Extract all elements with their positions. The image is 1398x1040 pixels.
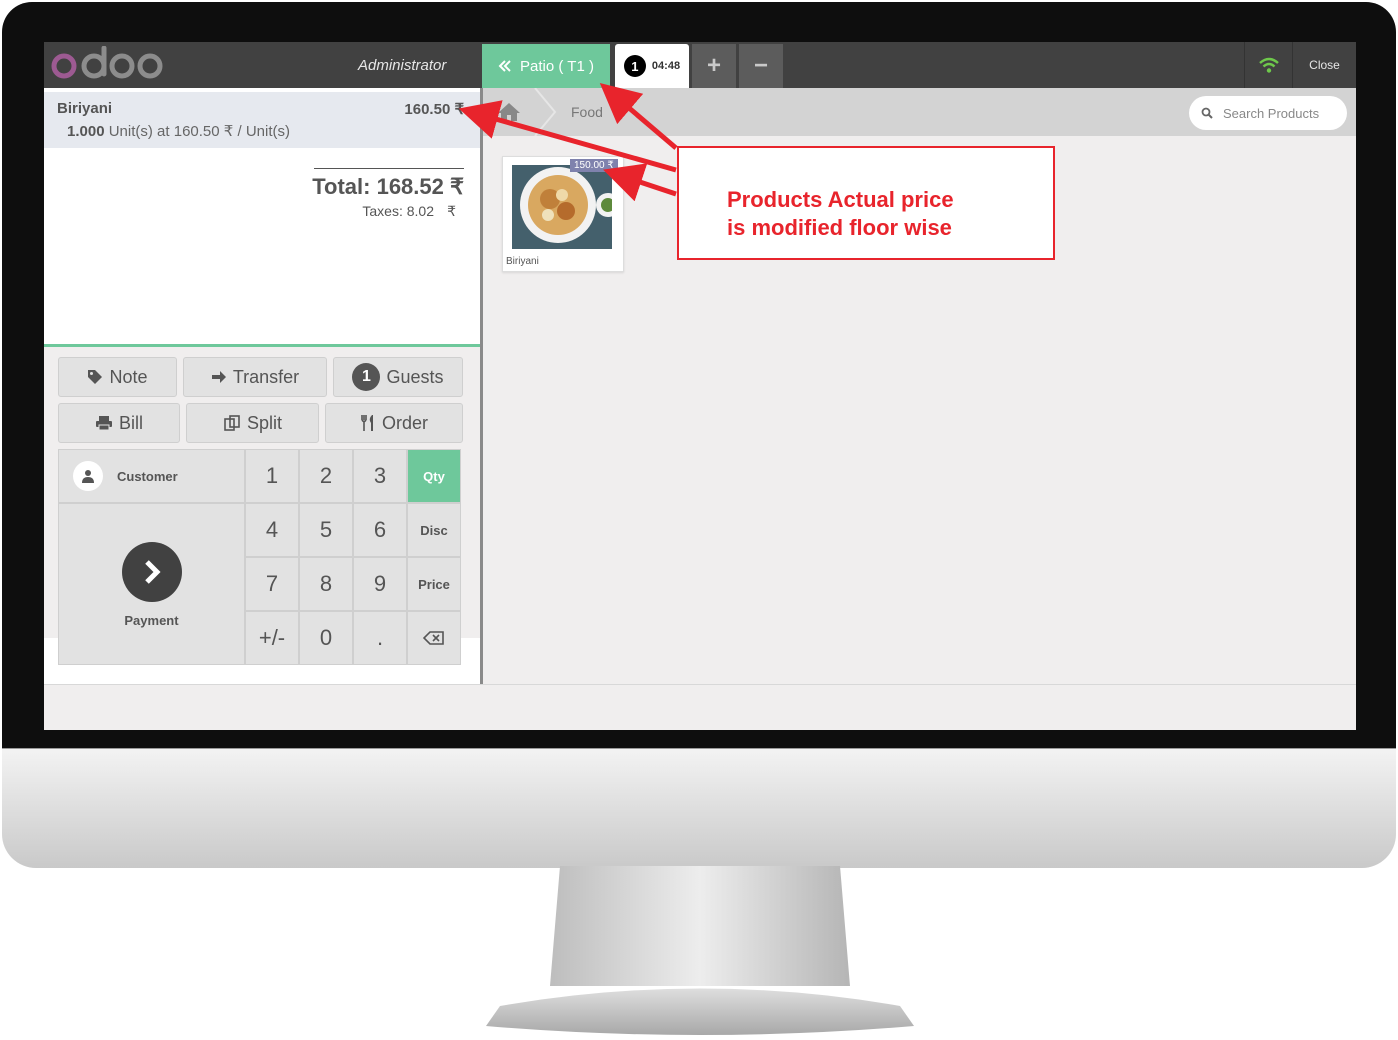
total-divider [314,168,464,169]
annotation-text: Products Actual price is modified floor … [727,186,954,242]
order-taxes-currency: ₹ [447,203,456,219]
orderline-price: 160.50 ₹ [404,101,464,118]
numpad-key-dot[interactable]: . [353,611,407,665]
pane-divider [480,88,483,684]
orderline-product: Biriyani [57,100,113,117]
delete-order-button[interactable]: − [739,44,783,88]
order-line[interactable]: Biriyani 160.50 ₹ 1.000 Unit(s) at 160.5… [44,92,480,148]
product-image [512,165,612,249]
orderline-qty: 1.000 [67,123,105,140]
product-card[interactable]: 150.00 ₹ Biriyani [502,156,624,272]
search-box[interactable] [1189,96,1347,130]
payment-button[interactable]: Payment [58,503,245,665]
bill-button[interactable]: Bill [58,403,180,443]
connection-status[interactable] [1244,42,1292,88]
guests-button-label: Guests [386,366,444,387]
numpad-key-6[interactable]: 6 [353,503,407,557]
numpad-key-2[interactable]: 2 [299,449,353,503]
floor-button[interactable]: Patio ( T1 ) [482,44,610,88]
order-total: Total: 168.52 ₹ [312,174,464,199]
numpad-key-9[interactable]: 9 [353,557,407,611]
numpad-key-1[interactable]: 1 [245,449,299,503]
bill-button-label: Bill [118,412,143,433]
bottom-strip [44,684,1356,730]
breadcrumb: Food [483,88,1356,136]
breadcrumb-separator-icon [534,88,557,136]
numpad-key-plus-minus[interactable]: +/- [245,611,299,665]
orderline-detail: 1.000 Unit(s) at 160.50 ₹ / Unit(s) [67,122,290,140]
user-icon [73,461,103,491]
note-button[interactable]: Note [58,357,177,397]
new-order-button[interactable]: + [692,44,736,88]
split-button-label: Split [246,412,282,433]
qty-mode-button[interactable]: Qty [407,449,461,503]
monitor-chin [2,748,1396,868]
double-chevron-left-icon [498,60,511,72]
numpad-key-7[interactable]: 7 [245,557,299,611]
order-tab[interactable]: 1 04:48 [615,44,689,88]
numpad-key-0[interactable]: 0 [299,611,353,665]
order-number-badge: 1 [623,55,646,77]
customer-button-label: Customer [117,468,178,484]
order-time: 04:48 [651,60,681,72]
transfer-button-label: Transfer [232,366,300,387]
search-icon [1201,107,1213,119]
order-button-label: Order [381,412,428,433]
price-mode-button[interactable]: Price [407,557,461,611]
payment-button-label: Payment [124,613,179,628]
product-name: Biriyani [506,256,539,267]
note-button-label: Note [109,366,148,387]
numpad-key-3[interactable]: 3 [353,449,407,503]
split-button[interactable]: Split [186,403,319,443]
home-icon[interactable] [497,102,521,122]
cutlery-icon [361,415,373,431]
breadcrumb-category[interactable]: Food [571,104,603,120]
monitor-stand [486,866,914,1035]
close-button[interactable]: Close [1292,42,1356,88]
floor-button-label: Patio ( T1 ) [520,57,594,75]
transfer-button[interactable]: Transfer [183,357,327,397]
numpad-key-4[interactable]: 4 [245,503,299,557]
wifi-icon [1258,57,1279,73]
backspace-button[interactable] [407,611,461,665]
search-input[interactable] [1223,105,1333,121]
orderline-unit-detail: Unit(s) at 160.50 ₹ / Unit(s) [108,123,290,140]
numpad-key-5[interactable]: 5 [299,503,353,557]
arrow-right-icon [211,371,226,383]
guests-count-badge: 1 [352,363,381,391]
disc-mode-button[interactable]: Disc [407,503,461,557]
annotation-line-2: is modified floor wise [727,215,952,240]
guests-button[interactable]: 1 Guests [333,357,463,397]
tag-icon [88,370,103,384]
numpad: 1 2 3 Qty 4 5 6 Disc 7 8 9 Price +/- 0 . [245,449,463,665]
customer-button[interactable]: Customer [58,449,245,503]
top-bar: Administrator Patio ( T1 ) 1 04:48 + − C… [44,42,1356,88]
product-price-tag: 150.00 ₹ [570,159,618,172]
odoo-logo [51,46,163,79]
copy-icon [224,415,240,431]
print-icon [95,416,112,431]
order-button[interactable]: Order [325,403,463,443]
annotation-line-1: Products Actual price [727,187,954,212]
username-label: Administrator [358,57,447,74]
backspace-icon [423,631,444,645]
numpad-key-8[interactable]: 8 [299,557,353,611]
annotation-box: Products Actual price is modified floor … [677,146,1055,260]
order-taxes: Taxes: 8.02 [362,203,434,219]
chevron-right-icon [122,542,182,602]
